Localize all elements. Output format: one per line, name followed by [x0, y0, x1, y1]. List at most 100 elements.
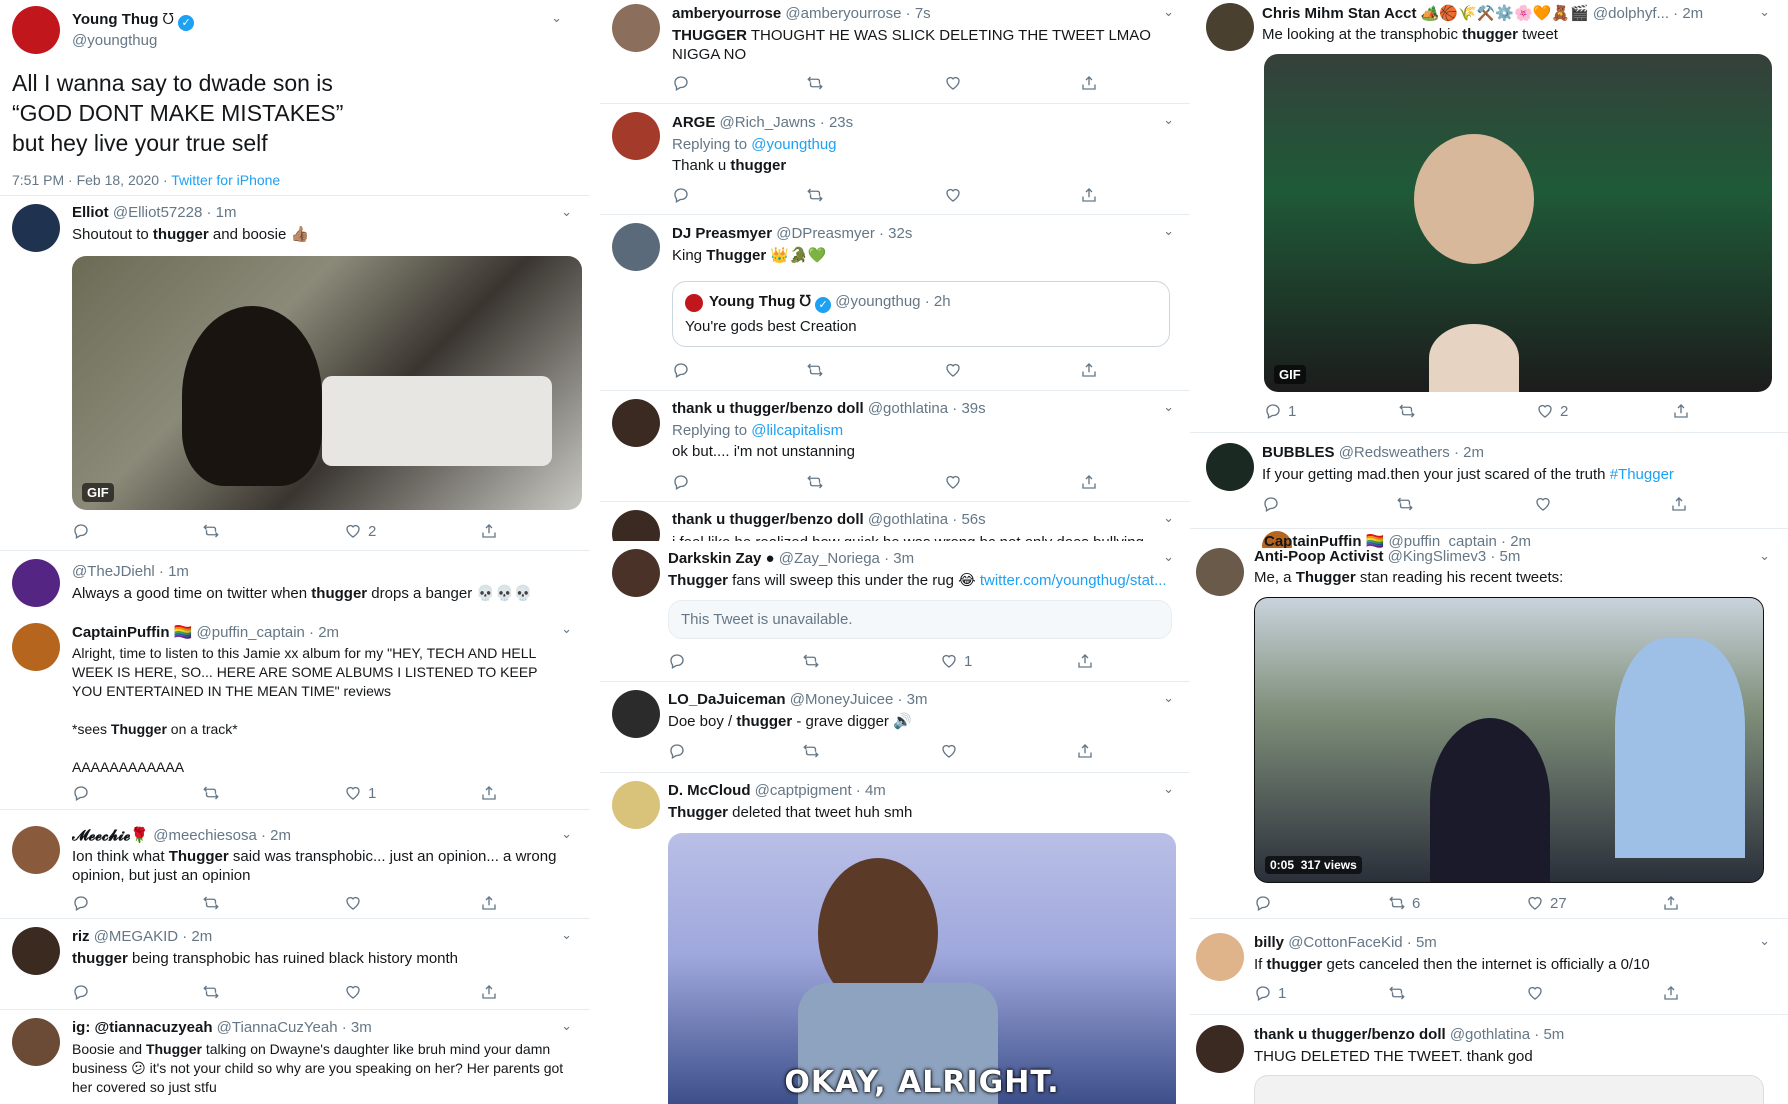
main-tweet[interactable]: Young Thug ᘮ ✓ @youngthug ⌄ All I wanna … [0, 0, 590, 196]
share-button[interactable] [1080, 186, 1098, 204]
like-button[interactable]: 1 [344, 784, 376, 802]
chevron-down-icon[interactable]: ⌄ [1759, 933, 1770, 949]
chevron-down-icon[interactable]: ⌄ [1163, 112, 1174, 128]
avatar[interactable] [12, 826, 60, 874]
tweet-lodajuiceman[interactable]: LO_DaJuiceman @MoneyJuicee · 3m ⌄ Doe bo… [600, 682, 1192, 773]
author-name[interactable]: 𝓜𝓮𝓮𝓬𝓱𝓲𝓮🌹 [72, 827, 149, 844]
author-handle[interactable]: @TheJDiehl · 1m [72, 563, 189, 580]
like-button[interactable] [344, 983, 362, 1001]
media-preview[interactable] [1254, 1075, 1764, 1104]
author-name[interactable]: thank u thugger/benzo doll [672, 400, 864, 417]
like-button[interactable] [944, 473, 962, 491]
author-name[interactable]: thank u thugger/benzo doll [672, 511, 864, 528]
tweet-billy[interactable]: billy @CottonFaceKid · 5m ⌄ If thugger g… [1190, 919, 1788, 1015]
author-handle[interactable]: @gothlatina · 5m [1450, 1026, 1564, 1043]
author-handle[interactable]: @DPreasmyer · 32s [776, 225, 912, 242]
tweet-elliot[interactable]: Elliot @Elliot57228 · 1m ⌄ Shoutout to t… [0, 196, 590, 551]
share-button[interactable] [480, 894, 498, 912]
like-button[interactable] [344, 894, 362, 912]
share-button[interactable] [480, 784, 498, 802]
timestamp[interactable]: 7:51 PM · Feb 18, 2020 · [12, 172, 171, 188]
share-button[interactable] [1662, 984, 1680, 1002]
hashtag-link[interactable]: #Thugger [1610, 466, 1674, 483]
chevron-down-icon[interactable]: ⌄ [561, 826, 572, 842]
share-button[interactable] [1076, 652, 1094, 670]
reply-button[interactable]: 1 [1264, 402, 1296, 420]
quoted-tweet[interactable]: Young Thug ᘮ ✓ @youngthug · 2h You're go… [672, 281, 1170, 347]
reply-button[interactable] [72, 522, 90, 540]
author-name[interactable]: LO_DaJuiceman [668, 691, 786, 708]
avatar[interactable] [1196, 933, 1244, 981]
author-handle[interactable]: @Elliot57228 · 1m [113, 204, 237, 221]
avatar[interactable] [612, 549, 660, 597]
client-link[interactable]: Twitter for iPhone [171, 172, 280, 188]
avatar[interactable] [1196, 548, 1244, 596]
author-handle[interactable]: @TiannaCuzYeah · 3m [217, 1019, 372, 1036]
author-handle[interactable]: @amberyourrose · 7s [785, 5, 930, 22]
retweet-button[interactable] [202, 784, 220, 802]
reply-button[interactable] [72, 894, 90, 912]
author-handle[interactable]: @MEGAKID · 2m [94, 928, 213, 945]
like-button[interactable]: 2 [1536, 402, 1568, 420]
gif-media[interactable]: GIF [1264, 54, 1772, 392]
author-handle[interactable]: @Redsweathers · 2m [1339, 444, 1484, 461]
tweet-dmccloud[interactable]: D. McCloud @captpigment · 4m ⌄ Thugger d… [600, 773, 1192, 1104]
reply-to-link[interactable]: @lilcapitalism [751, 422, 843, 439]
author-handle[interactable]: @Rich_Jawns · 23s [720, 114, 854, 131]
author-name[interactable]: Darkskin Zay ● [668, 550, 775, 567]
retweet-button[interactable] [806, 473, 824, 491]
retweet-button[interactable]: 6 [1388, 894, 1420, 912]
avatar[interactable] [12, 927, 60, 975]
chevron-down-icon[interactable]: ⌄ [1163, 781, 1174, 797]
reply-button[interactable]: 1 [1254, 984, 1286, 1002]
share-button[interactable] [480, 983, 498, 1001]
share-button[interactable] [1076, 742, 1094, 760]
author-name[interactable]: Elliot [72, 204, 109, 221]
author-handle[interactable]: @gothlatina · 39s [868, 400, 986, 417]
author-handle[interactable]: @captpigment · 4m [755, 782, 886, 799]
share-button[interactable] [1080, 473, 1098, 491]
tweet-djpreasmyer[interactable]: DJ Preasmyer @DPreasmyer · 32s ⌄ King Th… [600, 215, 1192, 391]
chevron-down-icon[interactable]: ⌄ [561, 621, 572, 637]
avatar[interactable] [1206, 443, 1254, 491]
video-media[interactable]: 0:05 317 views [1254, 597, 1764, 883]
author-handle[interactable]: @puffin_captain · 2m [197, 624, 340, 641]
tweet-riz[interactable]: riz @MEGAKID · 2m ⌄ thugger being transp… [0, 919, 590, 1010]
gif-media[interactable]: OKAY, ALRIGHT. [668, 833, 1176, 1104]
author-name[interactable]: Young Thug [72, 11, 158, 28]
author-name[interactable]: Chris Mihm Stan Acct 🏕️🏀🌾⚒️⚙️🌸🧡🧸🎬 [1262, 5, 1589, 22]
chevron-down-icon[interactable]: ⌄ [551, 10, 562, 26]
share-button[interactable] [1670, 495, 1688, 513]
reply-button[interactable] [668, 742, 686, 760]
author-handle[interactable]: @MoneyJuicee · 3m [790, 691, 928, 708]
reply-button[interactable] [1262, 495, 1280, 513]
share-button[interactable] [1080, 74, 1098, 92]
author-name[interactable]: ig: @tiannacuzyeah [72, 1019, 213, 1036]
retweet-button[interactable] [802, 652, 820, 670]
avatar[interactable] [612, 4, 660, 52]
avatar[interactable] [12, 204, 60, 252]
author-name[interactable]: thank u thugger/benzo doll [1254, 1026, 1446, 1043]
chevron-down-icon[interactable]: ⌄ [1163, 399, 1174, 415]
chevron-down-icon[interactable]: ⌄ [1163, 223, 1174, 239]
reply-button[interactable] [72, 983, 90, 1001]
chevron-down-icon[interactable]: ⌄ [1163, 4, 1174, 20]
author-name[interactable]: CaptainPuffin 🏳️‍🌈 [72, 624, 192, 641]
tweet-thejdiehl[interactable]: @TheJDiehl · 1m Always a good time on tw… [0, 551, 590, 622]
avatar[interactable] [612, 399, 660, 447]
avatar[interactable] [612, 112, 660, 160]
author-handle[interactable]: @KingSlimev3 · 5m [1388, 548, 1521, 565]
avatar[interactable] [612, 781, 660, 829]
reply-button[interactable] [672, 473, 690, 491]
chevron-down-icon[interactable]: ⌄ [1163, 510, 1174, 526]
tweet-link[interactable]: twitter.com/youngthug/stat... [980, 572, 1166, 589]
tweet-arge[interactable]: ARGE @Rich_Jawns · 23s ⌄ Replying to @yo… [600, 104, 1192, 215]
share-button[interactable] [1662, 894, 1680, 912]
avatar[interactable] [612, 690, 660, 738]
author-name[interactable]: riz [72, 928, 90, 945]
author-name[interactable]: Anti-Poop Activist [1254, 548, 1383, 565]
avatar[interactable] [12, 6, 60, 54]
tweet-gothlatina-3[interactable]: thank u thugger/benzo doll @gothlatina ·… [1190, 1015, 1788, 1104]
tweet-gothlatina-1[interactable]: thank u thugger/benzo doll @gothlatina ·… [600, 391, 1192, 502]
avatar[interactable] [12, 559, 60, 607]
